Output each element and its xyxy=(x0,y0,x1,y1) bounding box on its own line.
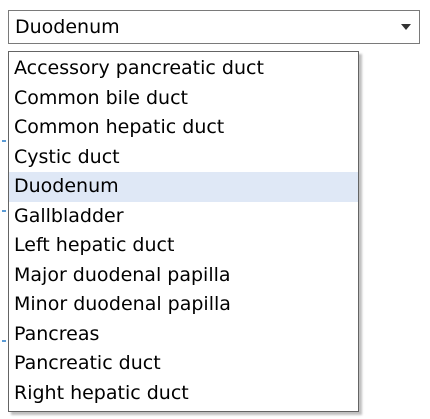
edge-mark xyxy=(2,340,6,342)
option-left-hepatic-duct[interactable]: Left hepatic duct xyxy=(9,231,358,261)
background-edge-marks xyxy=(0,130,8,410)
option-pancreatic-duct[interactable]: Pancreatic duct xyxy=(9,349,358,379)
option-major-duodenal-papilla[interactable]: Major duodenal papilla xyxy=(9,261,358,291)
dropdown-listbox[interactable]: Accessory pancreatic duct Common bile du… xyxy=(8,51,359,412)
option-pancreas[interactable]: Pancreas xyxy=(9,320,358,350)
option-cystic-duct[interactable]: Cystic duct xyxy=(9,143,358,173)
option-minor-duodenal-papilla[interactable]: Minor duodenal papilla xyxy=(9,290,358,320)
option-duodenum[interactable]: Duodenum xyxy=(9,172,358,202)
option-accessory-pancreatic-duct[interactable]: Accessory pancreatic duct xyxy=(9,54,358,84)
edge-mark xyxy=(2,210,6,212)
select-value: Duodenum xyxy=(15,16,120,38)
chevron-down-icon[interactable] xyxy=(401,24,411,30)
structure-select[interactable]: Duodenum xyxy=(8,10,420,44)
option-common-bile-duct[interactable]: Common bile duct xyxy=(9,84,358,114)
option-common-hepatic-duct[interactable]: Common hepatic duct xyxy=(9,113,358,143)
option-right-hepatic-duct[interactable]: Right hepatic duct xyxy=(9,379,358,409)
option-gallbladder[interactable]: Gallbladder xyxy=(9,202,358,232)
edge-mark xyxy=(2,140,6,142)
